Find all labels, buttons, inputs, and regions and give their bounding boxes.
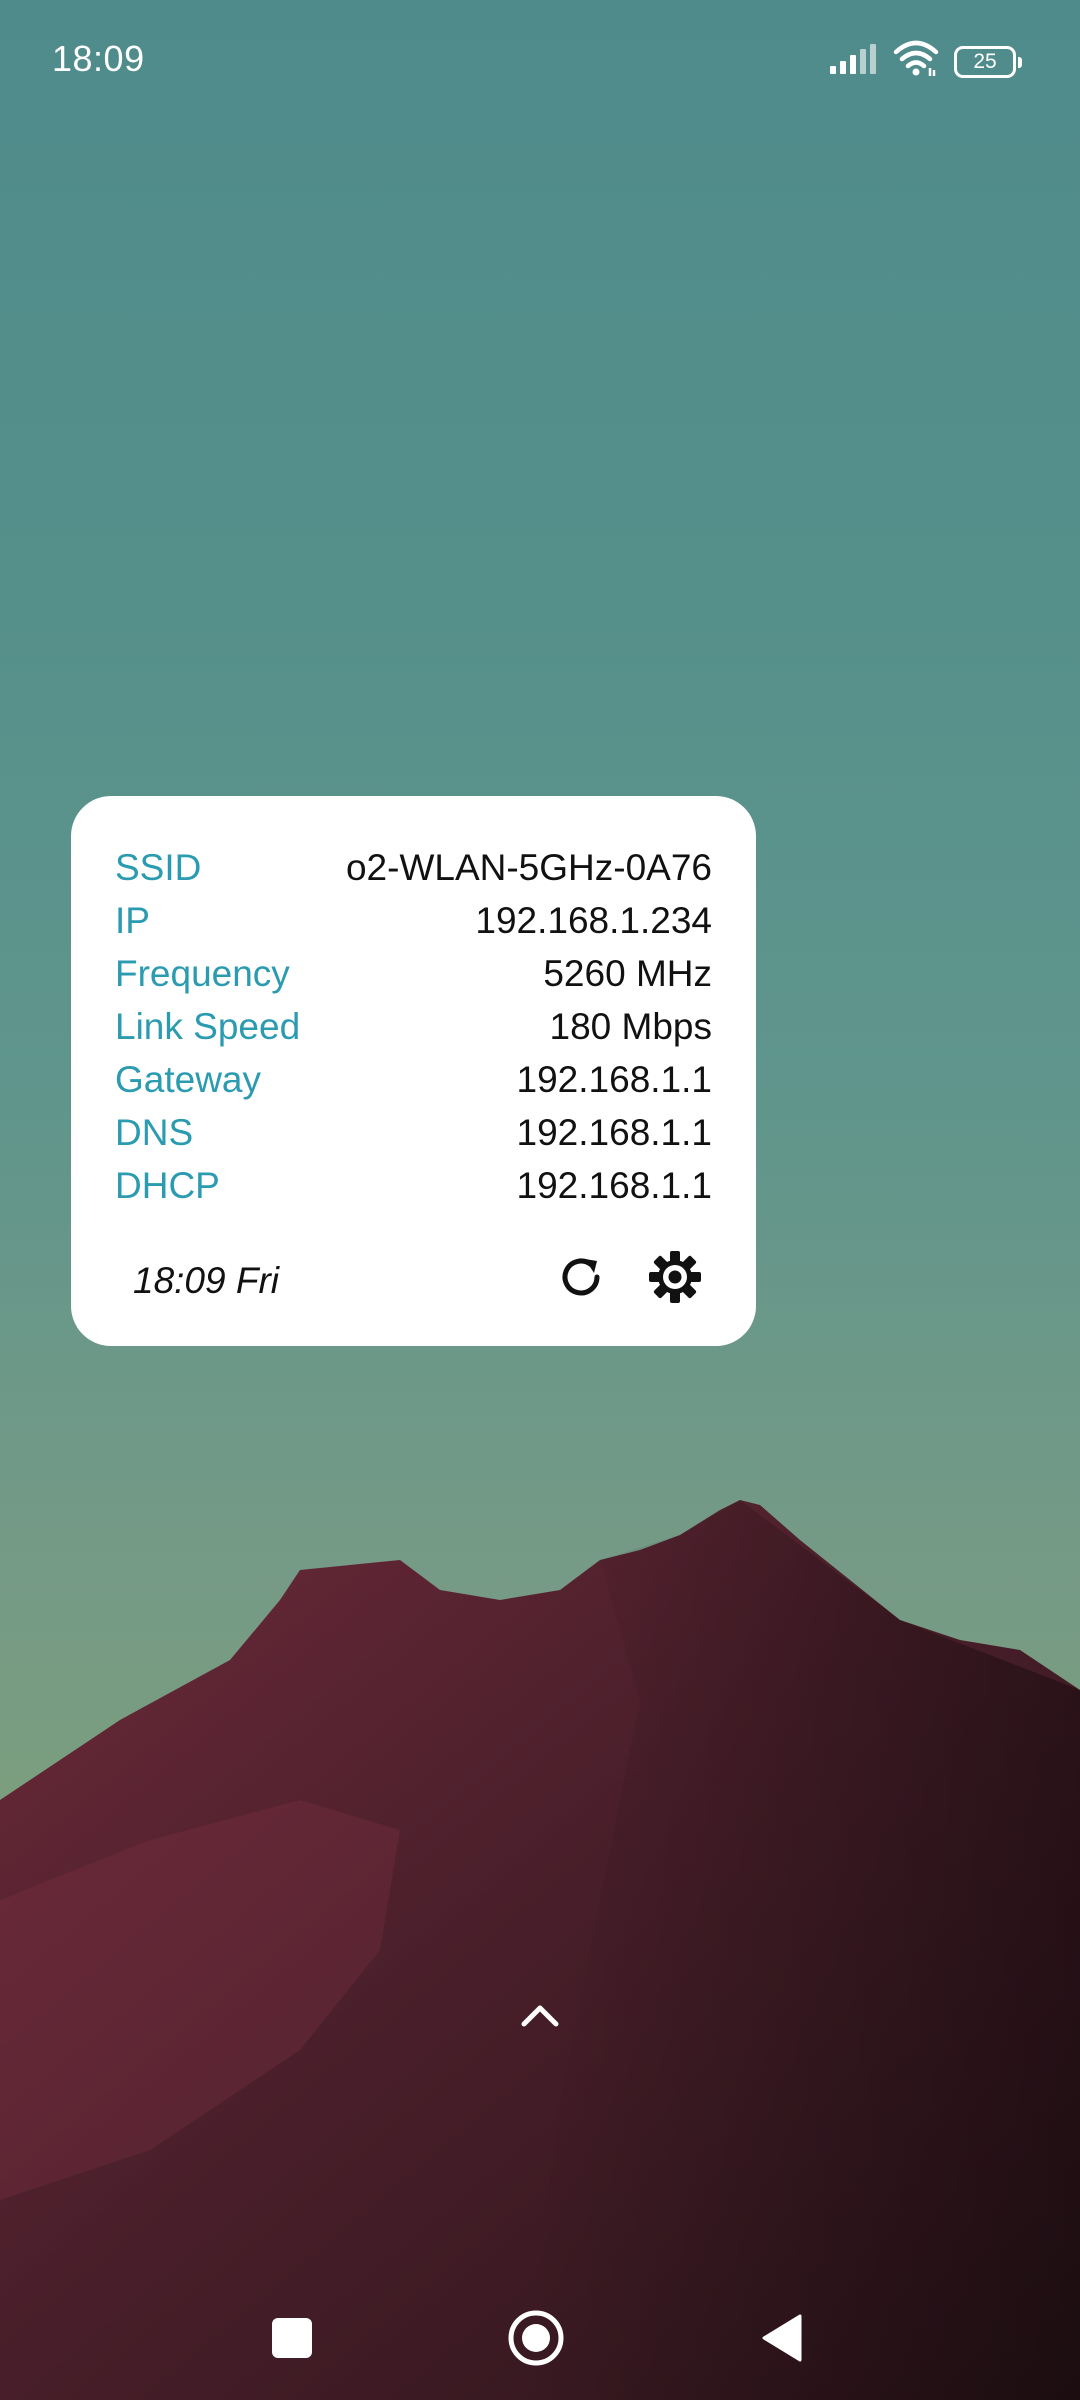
battery-level: 25: [973, 50, 997, 73]
widget-footer: 18:09 Fri: [71, 1236, 756, 1326]
info-row-gateway: Gateway 192.168.1.1: [115, 1053, 712, 1106]
app-drawer-handle[interactable]: [516, 1996, 564, 2036]
dhcp-label: DHCP: [115, 1164, 220, 1206]
link-speed-value: 180 Mbps: [549, 1005, 713, 1047]
home-screen: 18:09 25 SSID o2-WLAN-5GHz-0A76 IP 192.1…: [0, 0, 1080, 2400]
ssid-value: o2-WLAN-5GHz-0A76: [345, 846, 712, 888]
ssid-label: SSID: [115, 846, 202, 888]
info-row-link-speed: Link Speed 180 Mbps: [115, 1000, 712, 1053]
recents-square-icon: [270, 2316, 314, 2365]
refresh-icon: [555, 1251, 607, 1308]
info-row-dhcp: DHCP 192.168.1.1: [115, 1159, 712, 1212]
wifi-info-widget[interactable]: SSID o2-WLAN-5GHz-0A76 IP 192.168.1.234 …: [71, 796, 756, 1346]
dhcp-value: 192.168.1.1: [516, 1164, 712, 1206]
chevron-up-icon: [516, 2005, 564, 2040]
back-button[interactable]: [742, 2300, 822, 2380]
gateway-label: Gateway: [115, 1058, 262, 1100]
frequency-label: Frequency: [115, 952, 290, 994]
back-triangle-icon: [760, 2313, 804, 2368]
signal-icon: [828, 42, 878, 81]
info-row-ip: IP 192.168.1.234: [115, 894, 712, 947]
status-time: 18:09: [52, 38, 145, 79]
home-button[interactable]: [496, 2300, 576, 2380]
gateway-value: 192.168.1.1: [516, 1058, 712, 1100]
widget-timestamp: 18:09 Fri: [133, 1260, 280, 1301]
ip-label: IP: [115, 899, 150, 941]
info-row-ssid: SSID o2-WLAN-5GHz-0A76: [115, 841, 712, 894]
settings-button[interactable]: [645, 1249, 705, 1309]
wifi-icon: [892, 40, 940, 83]
status-icons: 25: [828, 40, 1022, 83]
info-row-dns: DNS 192.168.1.1: [115, 1106, 712, 1159]
ip-value: 192.168.1.234: [475, 899, 712, 941]
dns-label: DNS: [115, 1111, 194, 1153]
home-circle-icon: [506, 2308, 566, 2373]
navigation-bar: [0, 2280, 1080, 2400]
status-bar: 18:09 25: [0, 0, 1080, 120]
dns-value: 192.168.1.1: [516, 1111, 712, 1153]
gear-icon: [647, 1249, 703, 1310]
refresh-button[interactable]: [551, 1249, 611, 1309]
battery-icon: 25: [954, 45, 1022, 78]
link-speed-label: Link Speed: [115, 1005, 301, 1047]
info-row-frequency: Frequency 5260 MHz: [115, 947, 712, 1000]
recents-button[interactable]: [252, 2300, 332, 2380]
frequency-value: 5260 MHz: [543, 952, 712, 994]
